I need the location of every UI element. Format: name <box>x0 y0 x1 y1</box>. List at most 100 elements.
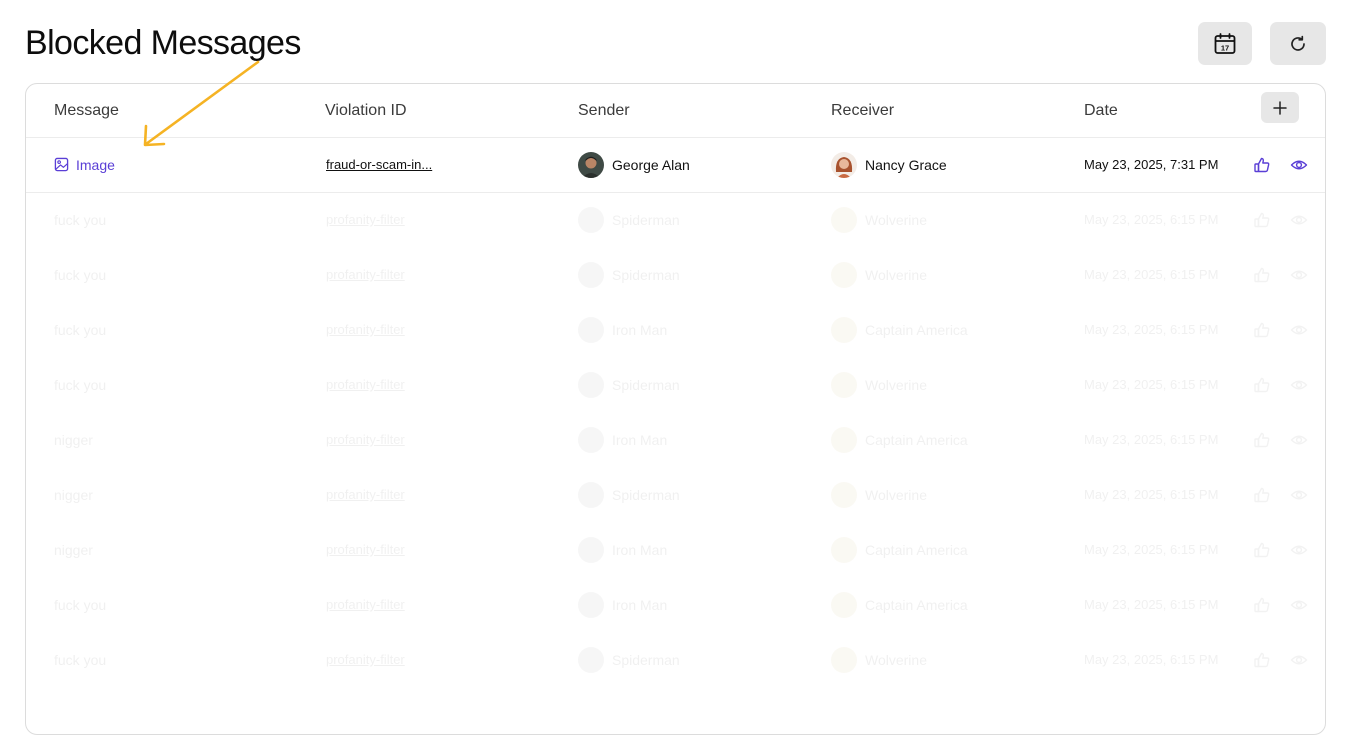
violation-id-link[interactable]: profanity-filter <box>326 487 405 502</box>
eye-icon <box>1290 600 1308 609</box>
sender-avatar <box>578 591 604 618</box>
view-button[interactable] <box>1290 192 1308 247</box>
table-row[interactable]: fuck you profanity-filter Spiderman Wolveri… <box>26 247 1325 302</box>
sender: George Alan <box>578 151 690 178</box>
violation-id-link[interactable]: profanity-filter <box>326 267 405 282</box>
receiver-name: Nancy Grace <box>865 156 947 173</box>
receiver-avatar <box>831 261 857 288</box>
view-button[interactable] <box>1290 302 1308 357</box>
eye-icon <box>1290 435 1308 444</box>
refresh-icon <box>1291 35 1305 51</box>
receiver: Wolverine <box>831 646 927 673</box>
sender-avatar <box>578 536 604 563</box>
approve-button[interactable] <box>1253 632 1271 687</box>
message-date: May 23, 2025, 6:15 PM <box>1084 267 1219 282</box>
approve-button[interactable] <box>1253 192 1271 247</box>
table-row[interactable]: Image fraud-or-scam-in... George Alan Na… <box>26 137 1325 193</box>
approve-button[interactable] <box>1253 577 1271 632</box>
table-row[interactable]: fuck you profanity-filter Spiderman Wolveri… <box>26 192 1325 247</box>
message-text: fuck you <box>54 596 107 613</box>
approve-button[interactable] <box>1253 467 1271 522</box>
message-text: fuck you <box>54 376 107 393</box>
sender: Spiderman <box>578 646 680 673</box>
message-text: Image <box>76 156 115 173</box>
receiver-name: Wolverine <box>865 266 927 283</box>
refresh-button[interactable] <box>1270 22 1326 65</box>
approve-button[interactable] <box>1253 522 1271 577</box>
message-date: May 23, 2025, 6:15 PM <box>1084 322 1219 337</box>
message-text: fuck you <box>54 321 107 338</box>
sender-avatar <box>578 426 604 453</box>
table-row[interactable]: fuck you profanity-filter Iron Man Captain … <box>26 577 1325 632</box>
receiver: Captain America <box>831 536 968 563</box>
thumbs-up-icon <box>1254 597 1270 612</box>
receiver-avatar <box>831 206 857 233</box>
view-button[interactable] <box>1290 522 1308 577</box>
sender-name: Iron Man <box>612 321 668 338</box>
receiver-avatar <box>831 151 857 178</box>
page-title: Blocked Messages <box>25 24 301 62</box>
receiver: Nancy Grace <box>831 151 947 178</box>
violation-id-link[interactable]: profanity-filter <box>326 377 405 392</box>
violation-id-link[interactable]: profanity-filter <box>326 652 405 667</box>
view-button[interactable] <box>1290 577 1308 632</box>
approve-button[interactable] <box>1253 302 1271 357</box>
message-date: May 23, 2025, 6:15 PM <box>1084 597 1219 612</box>
column-header-receiver[interactable]: Receiver <box>831 102 894 120</box>
thumbs-up-icon <box>1254 377 1270 392</box>
sender-name: Spiderman <box>612 651 680 668</box>
column-header-message[interactable]: Message <box>54 102 119 120</box>
receiver: Captain America <box>831 591 968 618</box>
column-header-sender[interactable]: Sender <box>578 102 630 120</box>
table-row[interactable]: nigger profanity-filter Iron Man Captain Am… <box>26 412 1325 467</box>
violation-id-link[interactable]: profanity-filter <box>326 322 405 337</box>
view-button[interactable] <box>1290 632 1308 687</box>
view-button[interactable] <box>1290 467 1308 522</box>
view-button[interactable] <box>1290 412 1308 467</box>
eye-icon <box>1290 545 1308 554</box>
receiver-avatar <box>831 591 857 618</box>
column-header-date[interactable]: Date <box>1084 102 1118 120</box>
column-header-violation-id[interactable]: Violation ID <box>325 102 407 120</box>
violation-id-link[interactable]: fraud-or-scam-in... <box>326 157 432 172</box>
approve-button[interactable] <box>1253 247 1271 302</box>
eye-icon <box>1290 325 1308 334</box>
view-button[interactable] <box>1290 357 1308 412</box>
calendar-button[interactable]: 17 <box>1198 22 1252 65</box>
sender-avatar <box>578 371 604 398</box>
table-row[interactable]: nigger profanity-filter Iron Man Captain Am… <box>26 522 1325 577</box>
thumbs-up-icon <box>1254 542 1270 557</box>
receiver-name: Wolverine <box>865 211 927 228</box>
message-date: May 23, 2025, 6:15 PM <box>1084 487 1219 502</box>
thumbs-up-icon <box>1254 487 1270 502</box>
add-column-button[interactable] <box>1261 92 1299 123</box>
sender-avatar <box>578 261 604 288</box>
table-row[interactable]: fuck you profanity-filter Spiderman Wolveri… <box>26 632 1325 687</box>
message-text: fuck you <box>54 211 107 228</box>
violation-id-link[interactable]: profanity-filter <box>326 597 405 612</box>
thumbs-up-icon <box>1254 212 1270 227</box>
receiver: Wolverine <box>831 481 927 508</box>
approve-button[interactable] <box>1253 137 1271 192</box>
sender-name: Spiderman <box>612 266 680 283</box>
view-button[interactable] <box>1290 247 1308 302</box>
table-row[interactable]: fuck you profanity-filter Spiderman Wolveri… <box>26 357 1325 412</box>
receiver-avatar <box>831 646 857 673</box>
table-row[interactable]: fuck you profanity-filter Iron Man Captain … <box>26 302 1325 357</box>
approve-button[interactable] <box>1253 412 1271 467</box>
violation-id-link[interactable]: profanity-filter <box>326 542 405 557</box>
approve-button[interactable] <box>1253 357 1271 412</box>
eye-icon <box>1290 380 1308 389</box>
sender: Iron Man <box>578 316 668 343</box>
sender: Iron Man <box>578 426 667 453</box>
calendar-icon: 17 <box>1214 32 1236 54</box>
sender-avatar <box>578 481 604 508</box>
sender-avatar <box>578 151 604 178</box>
violation-id-link[interactable]: profanity-filter <box>326 432 405 447</box>
message-date: May 23, 2025, 7:31 PM <box>1084 157 1219 172</box>
violation-id-link[interactable]: profanity-filter <box>326 212 405 227</box>
view-button[interactable] <box>1290 137 1308 192</box>
eye-icon <box>1290 655 1308 664</box>
message-image-link[interactable]: Image <box>54 157 115 173</box>
table-row[interactable]: nigger profanity-filter Spiderman Wolverine… <box>26 467 1325 522</box>
